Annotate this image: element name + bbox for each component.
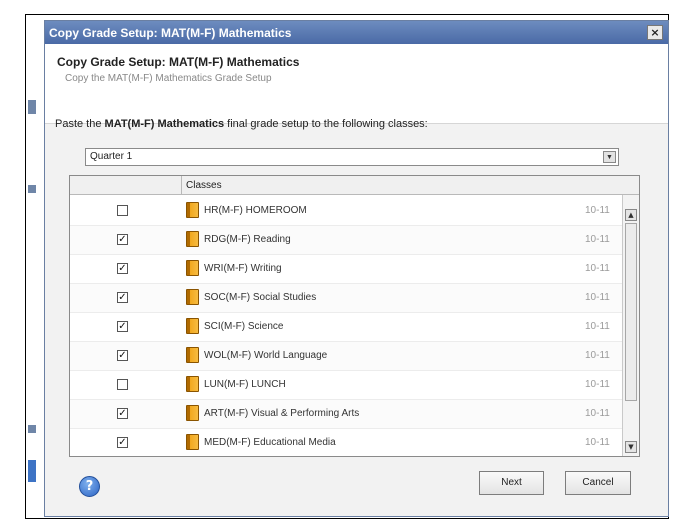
background-fragment: [28, 100, 36, 114]
grade-range: 10-11: [585, 321, 610, 332]
header-subtitle: Copy the MAT(M-F) Mathematics Grade Setu…: [65, 73, 272, 84]
class-checkbox[interactable]: ✓: [117, 234, 128, 245]
class-name: MED(M-F) Educational Media: [204, 437, 336, 448]
class-row[interactable]: ✓ WOL(M-F) World Language 10-11: [70, 342, 622, 371]
book-icon: [186, 405, 199, 421]
paste-instruction: Paste the MAT(M-F) Mathematics final gra…: [55, 118, 428, 130]
class-checkbox[interactable]: ✓: [117, 321, 128, 332]
grade-range: 10-11: [585, 437, 610, 448]
grade-range: 10-11: [585, 379, 610, 390]
class-checkbox[interactable]: ✓: [117, 408, 128, 419]
class-name: ART(M-F) Visual & Performing Arts: [204, 408, 360, 419]
term-select-value: Quarter 1: [90, 151, 133, 162]
class-name: HR(M-F) HOMEROOM: [204, 205, 307, 216]
dialog-header: Copy Grade Setup: MAT(M-F) Mathematics C…: [45, 44, 668, 124]
class-checkbox[interactable]: [117, 379, 128, 390]
class-row[interactable]: ✓ SOC(M-F) Social Studies 10-11: [70, 284, 622, 313]
book-icon: [186, 231, 199, 247]
class-name: SOC(M-F) Social Studies: [204, 292, 317, 303]
class-row[interactable]: HR(M-F) HOMEROOM 10-11: [70, 197, 622, 226]
grade-range: 10-11: [585, 408, 610, 419]
background-fragment: [28, 185, 36, 193]
vertical-scrollbar[interactable]: ▲ ▼: [622, 195, 639, 456]
class-row[interactable]: ✓ WRI(M-F) Writing 10-11: [70, 255, 622, 284]
class-row[interactable]: ✓ SCI(M-F) Science 10-11: [70, 313, 622, 342]
class-checkbox[interactable]: ✓: [117, 292, 128, 303]
class-row[interactable]: ✓ MED(M-F) Educational Media 10-11: [70, 429, 622, 456]
background-fragment: [28, 425, 36, 433]
help-icon[interactable]: ?: [79, 476, 100, 497]
grid-header-divider: [181, 176, 182, 195]
instruction-course: MAT(M-F) Mathematics: [104, 118, 225, 130]
book-icon: [186, 434, 199, 450]
class-name: WRI(M-F) Writing: [204, 263, 282, 274]
class-name: WOL(M-F) World Language: [204, 350, 328, 361]
book-icon: [186, 318, 199, 334]
class-name: SCI(M-F) Science: [204, 321, 284, 332]
instruction-suffix: final grade setup to the following class…: [224, 118, 428, 130]
background-fragment: [28, 460, 36, 482]
column-header-classes[interactable]: Classes: [186, 180, 222, 191]
next-button[interactable]: Next: [479, 471, 544, 495]
grade-range: 10-11: [585, 292, 610, 303]
class-row[interactable]: ✓ ART(M-F) Visual & Performing Arts 10-11: [70, 400, 622, 429]
book-icon: [186, 202, 199, 218]
class-name: RDG(M-F) Reading: [204, 234, 291, 245]
class-checkbox[interactable]: ✓: [117, 350, 128, 361]
chevron-down-icon[interactable]: ▼: [603, 151, 616, 163]
copy-grade-setup-dialog: Copy Grade Setup: MAT(M-F) Mathematics ×…: [44, 20, 669, 517]
grade-range: 10-11: [585, 234, 610, 245]
dialog-titlebar[interactable]: Copy Grade Setup: MAT(M-F) Mathematics: [45, 21, 668, 44]
class-row[interactable]: LUN(M-F) LUNCH 10-11: [70, 371, 622, 400]
class-name: LUN(M-F) LUNCH: [204, 379, 286, 390]
header-title: Copy Grade Setup: MAT(M-F) Mathematics: [57, 55, 300, 69]
dialog-title: Copy Grade Setup: MAT(M-F) Mathematics: [49, 25, 292, 40]
book-icon: [186, 376, 199, 392]
book-icon: [186, 347, 199, 363]
close-icon[interactable]: ×: [647, 25, 663, 40]
grid-header: Classes: [70, 176, 639, 195]
scroll-thumb[interactable]: [625, 223, 637, 401]
grade-range: 10-11: [585, 263, 610, 274]
grade-range: 10-11: [585, 350, 610, 361]
class-checkbox[interactable]: [117, 205, 128, 216]
scroll-down-icon[interactable]: ▼: [625, 441, 637, 453]
book-icon: [186, 260, 199, 276]
class-checkbox[interactable]: ✓: [117, 437, 128, 448]
grade-range: 10-11: [585, 205, 610, 216]
term-select[interactable]: Quarter 1 ▼: [85, 148, 619, 166]
classes-grid: Classes HR(M-F) HOMEROOM 10-11 ✓ RDG(M-F) R…: [69, 175, 640, 457]
instruction-prefix: Paste the: [55, 118, 105, 130]
cancel-button[interactable]: Cancel: [565, 471, 631, 495]
class-checkbox[interactable]: ✓: [117, 263, 128, 274]
book-icon: [186, 289, 199, 305]
class-row[interactable]: ✓ RDG(M-F) Reading 10-11: [70, 226, 622, 255]
scroll-up-icon[interactable]: ▲: [625, 209, 637, 221]
